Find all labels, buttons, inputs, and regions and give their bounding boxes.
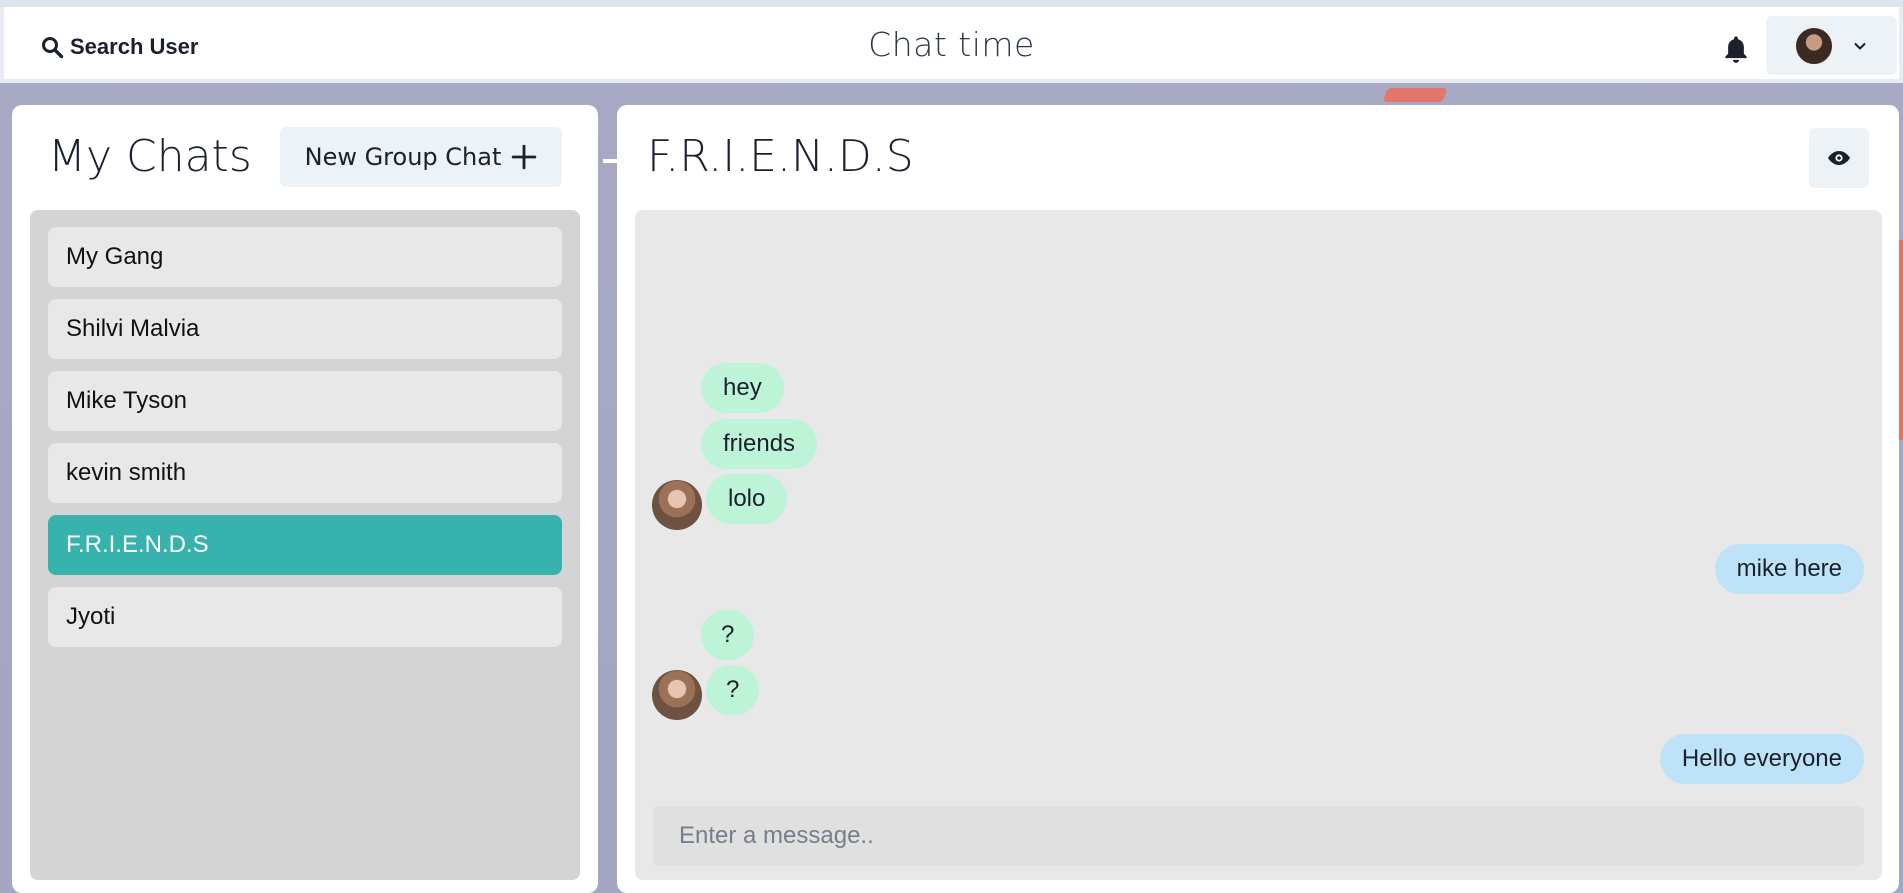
chat-list-item-label: F.R.I.E.N.D.S — [66, 531, 209, 558]
messages-area: hey friends lolo mike here ? ? Hello eve… — [635, 210, 1882, 880]
search-user-button[interactable]: Search User — [40, 29, 198, 65]
message-bubble: hey — [701, 363, 784, 413]
chat-list-item[interactable]: My Gang — [48, 227, 562, 287]
chat-list-item-label: My Gang — [66, 243, 164, 270]
chevron-down-icon — [1854, 42, 1866, 49]
message-bubble: Hello everyone — [1659, 734, 1864, 784]
conversation-title: F.R.I.E.N.D.S — [647, 131, 914, 182]
message-bubble: friends — [701, 419, 818, 469]
chat-list-item[interactable]: Jyoti — [48, 587, 562, 647]
my-chats-title: My Chats — [48, 131, 252, 182]
chat-list-item[interactable]: Shilvi Malvia — [48, 299, 562, 359]
message-bubble: lolo — [706, 474, 788, 524]
background-decoration — [1382, 88, 1448, 102]
message-bubble: mike here — [1714, 544, 1864, 594]
app-title: Chat time — [868, 25, 1035, 64]
chat-list-item-label: Shilvi Malvia — [66, 315, 200, 342]
chat-list-item[interactable]: Mike Tyson — [48, 371, 562, 431]
eye-icon — [1828, 151, 1850, 165]
view-details-button[interactable] — [1809, 128, 1869, 188]
sender-avatar[interactable] — [652, 480, 702, 530]
search-icon — [42, 37, 64, 59]
new-group-chat-button[interactable]: New Group Chat — [280, 127, 562, 187]
chat-list-item-selected[interactable]: F.R.I.E.N.D.S — [48, 515, 562, 575]
message-input[interactable] — [653, 806, 1864, 866]
message-bubble: ? — [701, 610, 755, 660]
chat-list-item-label: kevin smith — [66, 459, 187, 486]
plus-icon — [512, 144, 537, 170]
chat-list: My Gang Shilvi Malvia Mike Tyson kevin s… — [30, 210, 580, 880]
new-group-chat-label: New Group Chat — [304, 143, 502, 171]
avatar — [1794, 25, 1834, 66]
chat-list-item-label: Mike Tyson — [66, 387, 187, 414]
panel-connector — [603, 159, 617, 163]
my-chats-panel: My Chats New Group Chat My Gang Shilvi M… — [12, 105, 598, 893]
message-bubble: ? — [706, 665, 760, 715]
bell-icon[interactable] — [1721, 34, 1751, 66]
top-bar: Search User Chat time — [0, 7, 1903, 83]
chat-list-item[interactable]: kevin smith — [48, 443, 562, 503]
conversation-panel: F.R.I.E.N.D.S hey friends lolo mike here… — [617, 105, 1899, 893]
search-user-label: Search User — [70, 34, 199, 59]
top-strip — [0, 0, 1903, 7]
sender-avatar[interactable] — [652, 670, 702, 720]
profile-menu-button[interactable] — [1766, 16, 1897, 75]
chat-list-item-label: Jyoti — [66, 603, 116, 630]
